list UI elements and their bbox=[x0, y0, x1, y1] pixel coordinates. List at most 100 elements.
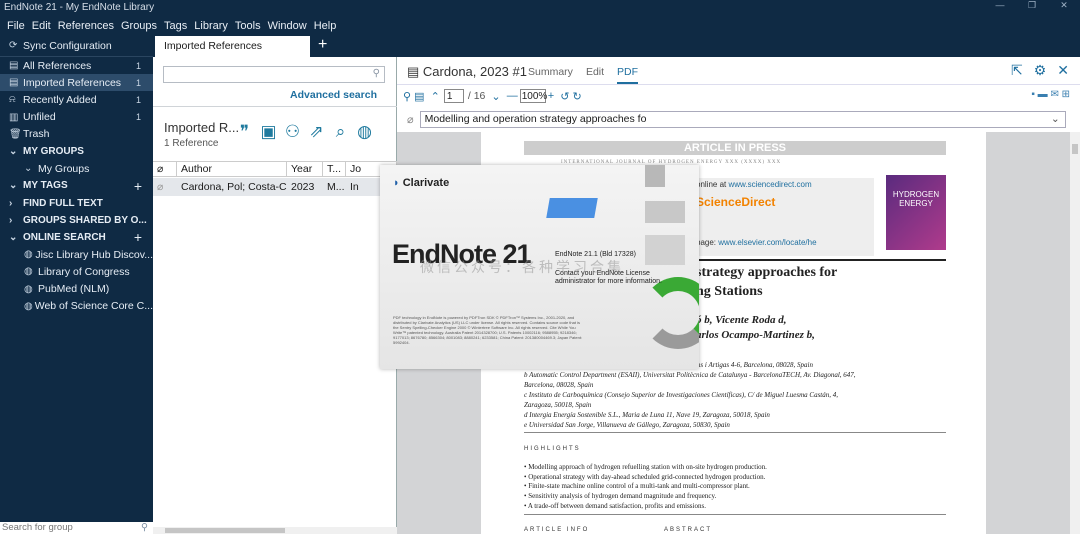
reference-header: ▤ Cardona, 2023 #1 Summary Edit PDF ⇱ ⚙ … bbox=[397, 57, 1080, 85]
share-arrow-icon[interactable]: ⇗ bbox=[308, 122, 325, 142]
sidebar-item-my-groups[interactable]: ⌄ My Groups bbox=[0, 160, 153, 177]
article-in-press-banner: ARTICLE IN PRESS bbox=[524, 141, 946, 155]
page-down-icon[interactable]: ⌄ bbox=[491, 90, 506, 103]
sidebar-my-tags[interactable]: ⌄ MY TAGS + bbox=[0, 177, 153, 194]
sidebar-item-recently-added[interactable]: ⍾ Recently Added 1 bbox=[0, 91, 153, 108]
zoom-in-icon[interactable]: + bbox=[548, 90, 561, 102]
menu-file[interactable]: File bbox=[7, 20, 25, 32]
attachment-dropdown[interactable]: Modelling and operation strategy approac… bbox=[419, 110, 1066, 128]
sync-icon: ⟳ bbox=[9, 40, 18, 51]
chevron-right-icon: › bbox=[9, 197, 13, 209]
zoom-input[interactable]: 100% bbox=[519, 89, 547, 103]
horizontal-scrollbar[interactable] bbox=[153, 527, 397, 534]
scroll-thumb[interactable] bbox=[1072, 144, 1078, 154]
sync-configuration[interactable]: ⟳ Sync Configuration bbox=[0, 35, 153, 57]
sidebar-groups-shared[interactable]: › GROUPS SHARED BY O... bbox=[0, 212, 153, 229]
menu-tags[interactable]: Tags bbox=[164, 20, 187, 32]
add-tag-icon[interactable]: + bbox=[134, 178, 142, 194]
divider bbox=[524, 514, 946, 515]
page-total: / 16 bbox=[467, 90, 486, 102]
menu-help[interactable]: Help bbox=[314, 20, 337, 32]
annotation-icon[interactable]: ▤ bbox=[414, 90, 431, 103]
article-authors: ó b, Vicente Roda d, arlos Ocampo-Martine… bbox=[696, 314, 815, 341]
article-info-heading: ARTICLE INFO bbox=[524, 527, 590, 533]
close-icon[interactable]: ✕ bbox=[1057, 62, 1069, 79]
cell-title: M... bbox=[327, 181, 345, 193]
group-title: Imported R... bbox=[164, 120, 240, 135]
email-icon[interactable]: ✉ bbox=[1050, 89, 1061, 100]
menu-references[interactable]: References bbox=[58, 20, 114, 32]
menu-tools[interactable]: Tools bbox=[235, 20, 261, 32]
quick-search-input[interactable]: ⚲ bbox=[163, 66, 385, 83]
find-pdf-icon[interactable]: ⌕ bbox=[332, 122, 349, 142]
page-up-icon[interactable]: ⌃ bbox=[431, 90, 440, 103]
sidebar-item-loc[interactable]: ◍ Library of Congress bbox=[0, 263, 153, 280]
sidebar-item-unfiled[interactable]: ▥ Unfiled 1 bbox=[0, 109, 153, 126]
gear-icon[interactable]: ⚙ bbox=[1034, 62, 1047, 79]
sidebar-find-full-text[interactable]: › FIND FULL TEXT bbox=[0, 195, 153, 212]
article-title: strategy approaches for ng Stations bbox=[696, 265, 838, 299]
open-external-icon[interactable]: ⇱ bbox=[1011, 62, 1023, 79]
chevron-down-icon: ⌄ bbox=[9, 231, 18, 243]
journal-homepage: page: www.elsevier.com/locate/he bbox=[696, 238, 817, 247]
add-online-search-icon[interactable]: + bbox=[134, 229, 142, 245]
chevron-down-icon: ⌄ bbox=[24, 163, 33, 175]
menu-edit[interactable]: Edit bbox=[32, 20, 51, 32]
attachment-selector: ⌀ Modelling and operation strategy appro… bbox=[407, 110, 1071, 128]
column-year[interactable]: Year bbox=[287, 162, 323, 176]
scroll-thumb[interactable] bbox=[165, 528, 285, 533]
decor-shape bbox=[546, 198, 598, 218]
tab-pdf[interactable]: PDF bbox=[617, 66, 639, 84]
sidebar-online-search[interactable]: ⌄ ONLINE SEARCH + bbox=[0, 229, 153, 246]
page-number-input[interactable]: 1 bbox=[443, 89, 464, 103]
sidebar-item-jisc[interactable]: ◍ Jisc Library Hub Discov... bbox=[0, 246, 153, 263]
clipboard-icon[interactable]: ▣ bbox=[260, 122, 277, 142]
tab-edit[interactable]: Edit bbox=[586, 66, 604, 84]
globe-icon: ◍ bbox=[24, 249, 33, 261]
sidebar-my-groups[interactable]: ⌄ MY GROUPS bbox=[0, 143, 153, 160]
sidebar-item-trash[interactable]: 🗑 Trash bbox=[0, 126, 153, 143]
highlights-heading: HIGHLIGHTS bbox=[524, 446, 581, 452]
close-window-icon[interactable]: ✕ bbox=[1048, 0, 1080, 16]
reference-title: ▤ Cardona, 2023 #1 bbox=[407, 64, 527, 79]
abstract-heading: ABSTRACT bbox=[664, 527, 713, 533]
zoom-out-icon[interactable]: — bbox=[507, 90, 518, 102]
tab-imported-references[interactable]: Imported References bbox=[155, 36, 310, 57]
vertical-scrollbar[interactable] bbox=[1070, 132, 1080, 534]
group-search-input[interactable]: Search for group ⚲ bbox=[0, 522, 153, 534]
divider bbox=[153, 106, 397, 107]
search-icon: ⚲ bbox=[141, 522, 148, 533]
table-row[interactable]: ⌀ Cardona, Pol; Costa-Ca... 2023 M... In bbox=[153, 178, 397, 196]
sidebar-item-imported-references[interactable]: ▤ Imported References 1 bbox=[0, 74, 153, 92]
advanced-search-link[interactable]: Advanced search bbox=[290, 89, 377, 101]
online-at: online at www.sciencedirect.com bbox=[696, 180, 812, 189]
globe-icon: ◍ bbox=[24, 300, 33, 312]
add-person-icon[interactable]: ⚇ bbox=[284, 122, 301, 142]
column-title[interactable]: T... bbox=[323, 162, 346, 176]
attachment-column-icon[interactable]: ⌀ bbox=[153, 162, 177, 176]
rotate-left-icon[interactable]: ↺ bbox=[560, 90, 572, 103]
table-header: ⌀ Author Year T... Jo bbox=[153, 161, 397, 177]
print-icon[interactable]: ▬ bbox=[1038, 89, 1051, 100]
menu-window[interactable]: Window bbox=[268, 20, 307, 32]
search-icon: ⚲ bbox=[372, 68, 380, 79]
cell-author: Cardona, Pol; Costa-Ca... bbox=[181, 181, 287, 193]
maximize-icon[interactable]: ❐ bbox=[1016, 0, 1048, 16]
sidebar-item-pubmed[interactable]: ◍ PubMed (NLM) bbox=[0, 280, 153, 297]
sidebar-item-all-references[interactable]: ▤ All References 1 bbox=[0, 57, 153, 74]
new-tab-icon[interactable]: + bbox=[318, 36, 327, 54]
minimize-icon[interactable]: — bbox=[984, 0, 1016, 16]
menu-bar: File Edit References Groups Tags Library… bbox=[0, 16, 1080, 35]
menu-groups[interactable]: Groups bbox=[121, 20, 157, 32]
tab-summary[interactable]: Summary bbox=[528, 66, 573, 84]
online-globe-icon[interactable]: ◍ bbox=[356, 122, 373, 142]
search-icon[interactable]: ⚲ bbox=[403, 90, 414, 103]
import-icon: ▤ bbox=[9, 77, 19, 89]
insert-citation-icon[interactable]: ❞ bbox=[236, 122, 253, 142]
sidebar-item-wos[interactable]: ◍ Web of Science Core C... bbox=[0, 298, 153, 315]
pdf-actions: ▪ ▬ ✉ ⊞ bbox=[1031, 89, 1070, 100]
rotate-right-icon[interactable]: ↻ bbox=[573, 90, 582, 103]
column-author[interactable]: Author bbox=[177, 162, 287, 176]
menu-library[interactable]: Library bbox=[194, 20, 228, 32]
expand-icon[interactable]: ⊞ bbox=[1062, 89, 1070, 100]
